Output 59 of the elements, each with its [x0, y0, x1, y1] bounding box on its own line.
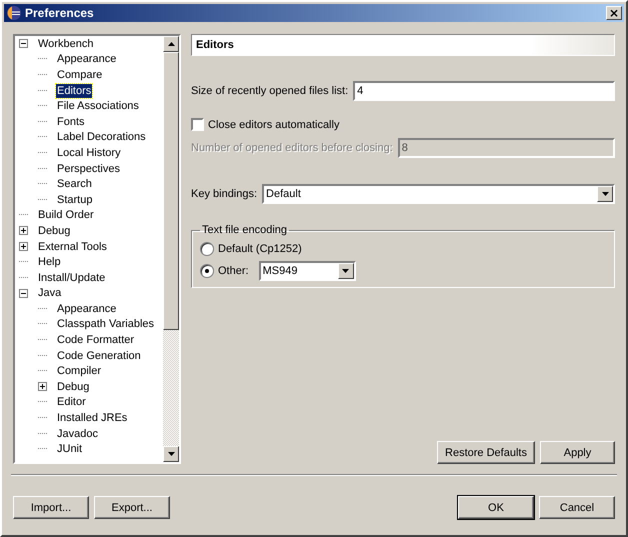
tree-item[interactable]: Editor: [56, 395, 87, 410]
scroll-up-icon[interactable]: [163, 36, 179, 52]
eclipse-icon: [6, 5, 22, 21]
page-title: Editors: [196, 39, 234, 51]
tree-item[interactable]: Classpath Variables: [56, 317, 156, 332]
footer-button[interactable]: OK: [458, 496, 534, 519]
page-button[interactable]: Apply: [540, 441, 615, 464]
footer-button[interactable]: Export...: [94, 496, 170, 519]
tree-item[interactable]: Appearance: [56, 302, 118, 316]
footer-button[interactable]: Cancel: [539, 496, 615, 519]
tree-item[interactable]: Debug: [37, 224, 72, 238]
input-field[interactable]: 4: [353, 81, 615, 101]
tree-item[interactable]: Build Order: [37, 208, 95, 222]
collapse-icon[interactable]: [19, 39, 28, 48]
tree-item[interactable]: Label Decorations: [56, 130, 147, 144]
tree-item[interactable]: Debug: [56, 380, 90, 394]
dropdown[interactable]: MS949: [258, 261, 356, 281]
tree-item[interactable]: Editors: [56, 84, 92, 98]
radio-label[interactable]: Other:: [218, 265, 249, 277]
scroll-down-icon[interactable]: [163, 446, 179, 462]
tree-item[interactable]: Install/Update: [37, 270, 106, 285]
footer-button[interactable]: Import...: [13, 496, 89, 519]
tree-item[interactable]: External Tools: [37, 240, 108, 254]
tree-item[interactable]: File Associations: [56, 99, 140, 114]
tree-item[interactable]: Code Generation: [56, 348, 142, 363]
tree-item[interactable]: Fonts: [56, 114, 86, 129]
tree-item[interactable]: Java: [37, 286, 62, 300]
collapse-icon[interactable]: [19, 288, 28, 298]
page-button[interactable]: Restore Defaults: [437, 441, 535, 464]
tree-item[interactable]: Javadoc: [56, 426, 99, 441]
expand-icon[interactable]: [19, 226, 28, 236]
tree-item[interactable]: Compare: [56, 68, 104, 82]
field-label: Size of recently opened files list:: [191, 85, 348, 97]
tree-item[interactable]: Search: [56, 177, 93, 192]
tree-item[interactable]: Workbench: [37, 36, 94, 51]
tree-item[interactable]: Local History: [56, 146, 122, 160]
expand-icon[interactable]: [38, 382, 47, 392]
scrollbar-thumb[interactable]: [163, 52, 179, 330]
radio-button[interactable]: [200, 264, 214, 278]
radio-label[interactable]: Default (Cp1252): [218, 243, 302, 255]
checkbox-label[interactable]: Close editors automatically: [208, 118, 340, 130]
group-title: Text file encoding: [201, 224, 288, 236]
radio-button[interactable]: [200, 242, 214, 256]
window-title: Preferences: [25, 6, 95, 20]
tree-item[interactable]: Help: [37, 255, 62, 270]
tree-item[interactable]: Perspectives: [56, 162, 121, 176]
tree-item[interactable]: Appearance: [56, 52, 118, 66]
field-label: Number of opened editors before closing:: [191, 142, 393, 154]
tree-item[interactable]: Startup: [56, 192, 94, 207]
tree-item[interactable]: Installed JREs: [56, 411, 128, 426]
tree-item[interactable]: JUnit: [56, 442, 84, 456]
expand-icon[interactable]: [19, 242, 28, 252]
tree-item[interactable]: Compiler: [56, 364, 102, 378]
checkbox[interactable]: [191, 118, 204, 131]
tree-item[interactable]: Code Formatter: [56, 333, 136, 348]
dropdown[interactable]: Default: [262, 184, 615, 204]
field-label: Key bindings:: [191, 188, 258, 200]
scrollbar[interactable]: [163, 36, 179, 462]
close-button[interactable]: ×: [606, 6, 622, 20]
